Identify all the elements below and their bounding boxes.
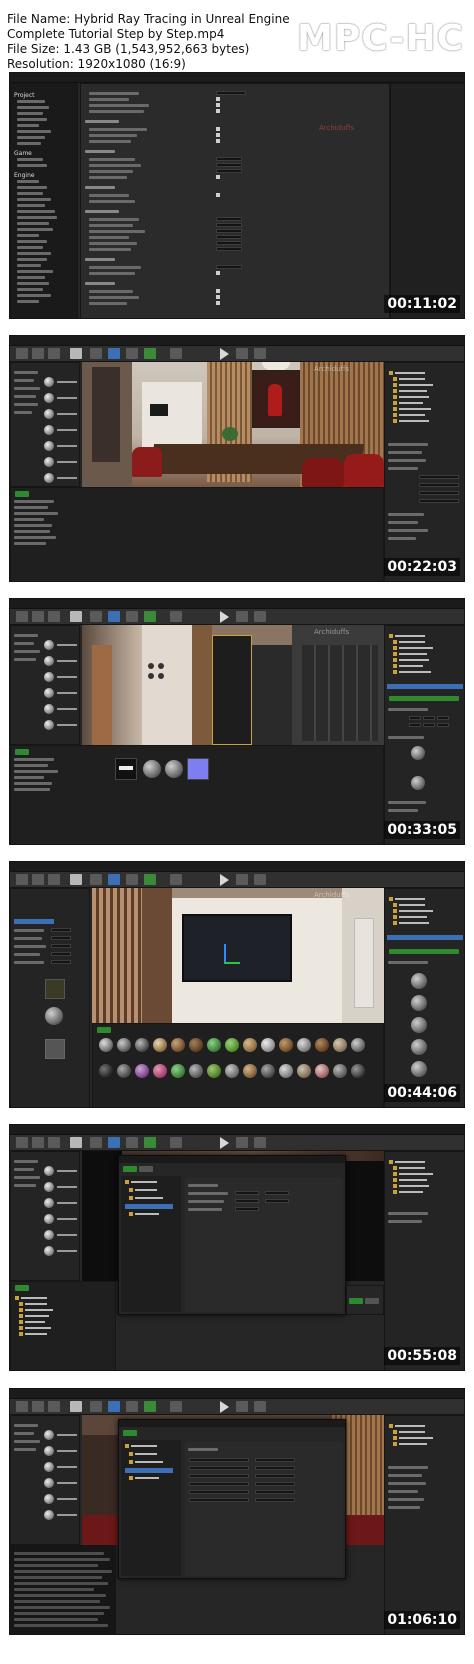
viewport-hallway[interactable]: Archiduffs: [82, 625, 384, 745]
timestamp-badge: 00:44:06: [384, 1084, 460, 1102]
menu-bar: [10, 336, 464, 346]
watermark-logo: Archiduffs: [319, 124, 355, 132]
file-name-line: File Name: Hybrid Ray Tracing in Unreal …: [7, 12, 290, 26]
main-toolbar: [10, 609, 464, 625]
thumbnail-frame-4[interactable]: Archiduffs 00:44:06: [9, 861, 465, 1108]
thumbnail-frame-2[interactable]: Archiduffs 00:22:03: [9, 335, 465, 582]
viewport-dining-room[interactable]: Archiduffs: [82, 362, 384, 487]
settings-details-panel: Archiduffs: [80, 83, 390, 318]
world-outliner-and-details: [384, 625, 464, 844]
dialog-footer: [346, 1285, 384, 1315]
settings-dialog-window[interactable]: [118, 1155, 346, 1315]
place-actors-panel: [10, 1151, 80, 1281]
file-info-header: File Name: Hybrid Ray Tracing in Unreal …: [0, 0, 474, 72]
content-browser: [10, 745, 384, 844]
viewport-tv-wall[interactable]: Archiduffs: [92, 888, 384, 1023]
world-outliner-and-details: [384, 362, 464, 581]
timestamp-badge: 00:22:03: [384, 558, 460, 576]
place-actors-panel: [10, 625, 80, 745]
main-toolbar: [10, 872, 464, 888]
timestamp-badge: 01:06:10: [384, 1611, 460, 1629]
file-name-line-continued: Complete Tutorial Step by Step.mp4: [7, 27, 225, 41]
thumbnail-frame-5[interactable]: 00:55:08: [9, 1124, 465, 1371]
thumbnail-frame-3[interactable]: Archiduffs 00:33:05: [9, 598, 465, 845]
player-logo: MPC-HC: [297, 18, 464, 59]
world-outliner-and-details: [384, 1415, 464, 1634]
watermark-logo: Archiduffs: [314, 365, 350, 373]
watermark-logo: Archiduffs: [314, 628, 350, 636]
thumbnail-frame-1[interactable]: Project Game Engine Archiduffs 00:11:02: [9, 72, 465, 319]
file-size-line: File Size: 1.43 GB (1,543,952,663 bytes): [7, 42, 250, 56]
thumbnail-frame-6[interactable]: 01:06:10: [9, 1388, 465, 1635]
settings-dialog-window[interactable]: [118, 1419, 346, 1579]
sidebar-section-game[interactable]: Game: [14, 150, 32, 157]
timestamp-badge: 00:55:08: [384, 1347, 460, 1365]
main-toolbar: [10, 1399, 464, 1415]
play-icon[interactable]: [220, 1137, 229, 1149]
world-outliner-and-details: [384, 1151, 464, 1370]
output-log: [10, 1545, 116, 1634]
content-browser: [10, 487, 384, 581]
place-actors-panel: [10, 362, 80, 487]
menu-bar: [10, 1389, 464, 1399]
resolution-line: Resolution: 1920x1080 (16:9): [7, 57, 186, 71]
watermark-logo: Archiduffs: [314, 891, 350, 899]
menu-bar: [10, 1125, 464, 1135]
main-toolbar: [10, 1135, 464, 1151]
menu-bar: [10, 73, 464, 83]
play-icon[interactable]: [220, 348, 229, 360]
settings-sidebar: Project Game Engine: [10, 83, 78, 318]
play-icon[interactable]: [220, 874, 229, 886]
sidebar-section-engine[interactable]: Engine: [14, 172, 35, 179]
content-browser: [10, 1281, 116, 1370]
sidebar-section-project[interactable]: Project: [14, 92, 35, 99]
timestamp-badge: 00:33:05: [384, 821, 460, 839]
material-details-panel: [10, 888, 90, 1107]
timestamp-badge: 00:11:02: [384, 295, 460, 313]
main-toolbar: [10, 346, 464, 362]
menu-bar: [10, 862, 464, 872]
play-icon[interactable]: [220, 1401, 229, 1413]
material-browser: [92, 1023, 384, 1107]
menu-bar: [10, 599, 464, 609]
play-icon[interactable]: [220, 611, 229, 623]
place-actors-panel: [10, 1415, 80, 1545]
settings-right-margin: [390, 83, 464, 318]
world-outliner-and-details: [384, 888, 464, 1107]
